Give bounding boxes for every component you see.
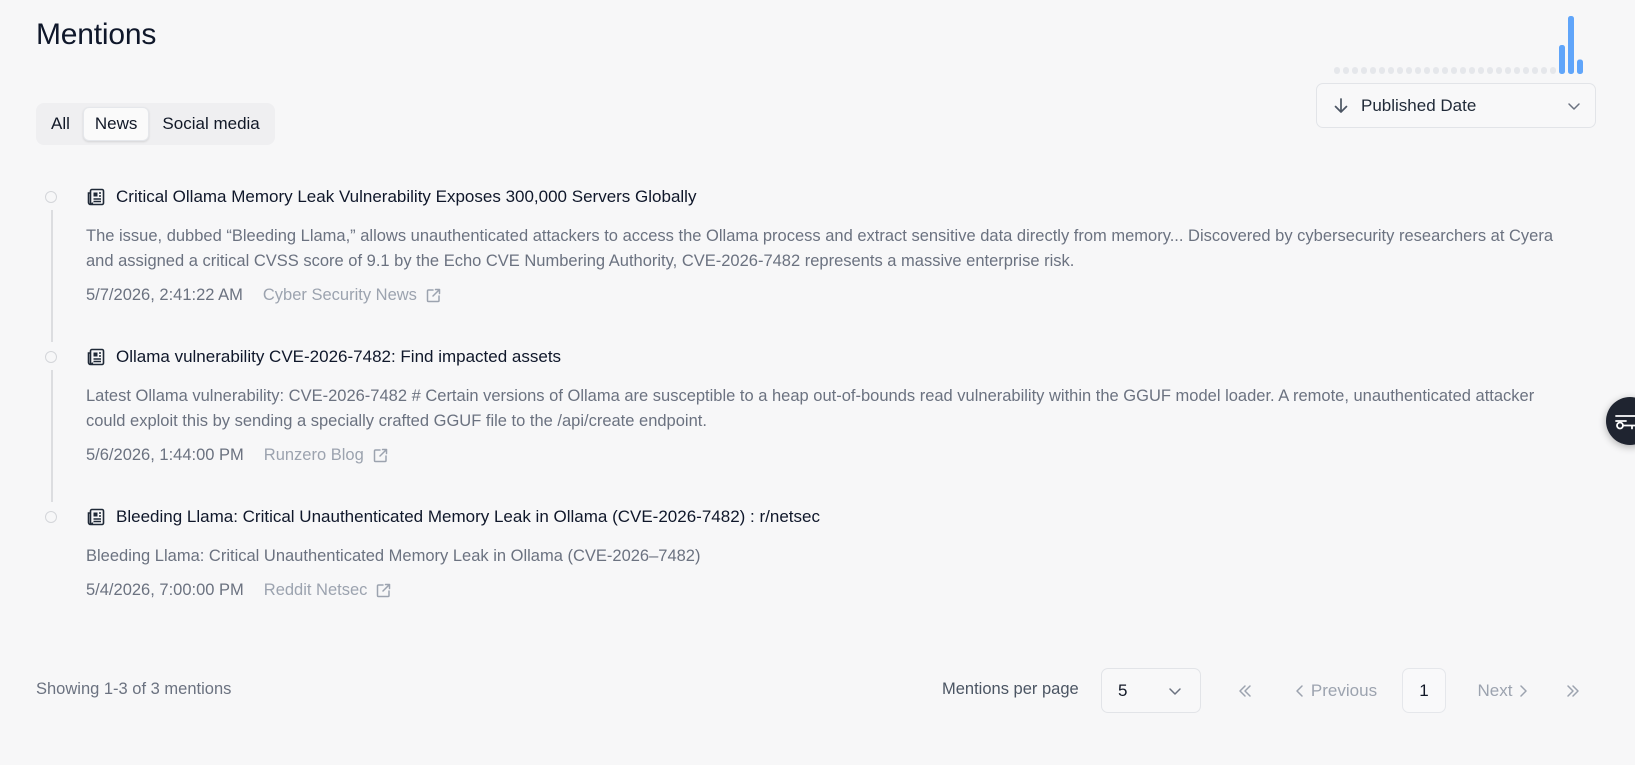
last-page-button[interactable] (1554, 668, 1592, 713)
next-label: Next (1477, 680, 1513, 700)
external-link-icon (425, 287, 442, 304)
page-number-button[interactable]: 1 (1402, 668, 1446, 713)
sparkline-idle-dot (1343, 67, 1349, 74)
mention-title[interactable]: Bleeding Llama: Critical Unauthenticated… (116, 507, 820, 527)
sparkline-bar (1559, 45, 1565, 74)
tab-social-media[interactable]: Social media (151, 107, 270, 141)
external-link-icon (372, 447, 389, 464)
page-number-label: 1 (1419, 680, 1429, 700)
timeline-line (50, 370, 53, 502)
chevrons-left-icon (1237, 684, 1253, 698)
per-page-label: Mentions per page (942, 680, 1079, 698)
showing-count: Showing 1-3 of 3 mentions (36, 680, 232, 698)
timeline-dot (45, 191, 57, 203)
external-link-icon (375, 582, 392, 599)
mention-date: 5/6/2026, 1:44:00 PM (86, 446, 244, 464)
sparkline-idle-dot (1514, 67, 1520, 74)
sparkline-idle-dot (1433, 67, 1439, 74)
next-page-button[interactable]: Next (1460, 668, 1540, 713)
mention-source-name: Runzero Blog (263, 446, 364, 464)
tab-news[interactable]: News (82, 107, 150, 141)
previous-page-button[interactable]: Previous (1284, 668, 1394, 713)
sparkline-idle-dot (1388, 67, 1394, 74)
sort-select-label: Published Date (1361, 95, 1477, 115)
sparkline-idle-dot (1469, 67, 1475, 74)
newspaper-icon (86, 507, 106, 527)
sparkline-idle-dot (1496, 67, 1502, 74)
per-page-select[interactable]: 5 (1101, 668, 1201, 713)
sparkline-idle-dot (1487, 67, 1493, 74)
per-page-value: 5 (1118, 680, 1128, 700)
sparkline-idle-dot (1478, 67, 1484, 74)
chevrons-right-icon (1565, 684, 1581, 698)
sparkline-idle-dot (1406, 67, 1412, 74)
sparkline-idle-dot (1415, 67, 1421, 74)
mention-date: 5/7/2026, 2:41:22 AM (86, 286, 243, 304)
page-title: Mentions (36, 18, 157, 51)
mention-date: 5/4/2026, 7:00:00 PM (86, 581, 244, 599)
mention-type-tabs: All News Social media (36, 103, 275, 145)
chevron-right-icon (1518, 684, 1528, 698)
sparkline-idle-dot (1505, 67, 1511, 74)
filter-key-icon (1615, 412, 1635, 430)
sparkline-idle-dot (1550, 67, 1556, 74)
sparkline-bar (1568, 16, 1574, 74)
mention-source-name: Reddit Netsec (263, 581, 368, 599)
floating-action-button[interactable] (1606, 397, 1635, 445)
timeline-dot (45, 511, 57, 523)
sparkline-idle-dot (1334, 67, 1340, 74)
mention-source-link[interactable]: Reddit Netsec (264, 581, 393, 600)
mention-source-link[interactable]: Runzero Blog (264, 446, 389, 465)
chevron-down-icon (1567, 101, 1581, 111)
sparkline-bar (1577, 59, 1583, 74)
mention-item: Bleeding Llama: Critical Unauthenticated… (36, 500, 1586, 610)
arrow-down-icon (1333, 97, 1349, 115)
sparkline-idle-dot (1361, 67, 1367, 74)
mention-description: The issue, dubbed “Bleeding Llama,” allo… (86, 227, 1554, 270)
sparkline-idle-dot (1523, 67, 1529, 74)
mention-source-name: Cyber Security News (262, 286, 417, 304)
mention-item: Ollama vulnerability CVE-2026-7482: Find… (36, 340, 1586, 502)
mentions-timeline: Critical Ollama Memory Leak Vulnerabilit… (36, 180, 1586, 610)
activity-sparkline (1334, 16, 1583, 74)
previous-label: Previous (1310, 680, 1378, 700)
chevron-left-icon (1295, 684, 1305, 698)
sparkline-idle-dot (1370, 67, 1376, 74)
sparkline-idle-dot (1442, 67, 1448, 74)
sparkline-idle-dot (1424, 67, 1430, 74)
sort-select[interactable]: Published Date (1316, 83, 1596, 128)
mention-item: Critical Ollama Memory Leak Vulnerabilit… (36, 180, 1586, 342)
timeline-dot (45, 351, 57, 363)
first-page-button[interactable] (1226, 668, 1264, 713)
mention-description: Latest Ollama vulnerability: CVE-2026-74… (86, 387, 1535, 430)
tab-all[interactable]: All (40, 107, 81, 141)
newspaper-icon (86, 347, 106, 367)
mention-title[interactable]: Critical Ollama Memory Leak Vulnerabilit… (116, 187, 696, 207)
sparkline-idle-dot (1379, 67, 1385, 74)
sparkline-idle-dot (1460, 67, 1466, 74)
mention-source-link[interactable]: Cyber Security News (263, 286, 442, 305)
sparkline-idle-dot (1397, 67, 1403, 74)
sparkline-idle-dot (1532, 67, 1538, 74)
chevron-down-icon (1168, 686, 1182, 696)
sparkline-idle-dot (1352, 67, 1358, 74)
timeline-line (50, 210, 53, 342)
mention-description: Bleeding Llama: Critical Unauthenticated… (86, 547, 701, 565)
sparkline-idle-dot (1451, 67, 1457, 74)
mention-title[interactable]: Ollama vulnerability CVE-2026-7482: Find… (116, 347, 561, 367)
newspaper-icon (86, 187, 106, 207)
sparkline-idle-dot (1541, 67, 1547, 74)
